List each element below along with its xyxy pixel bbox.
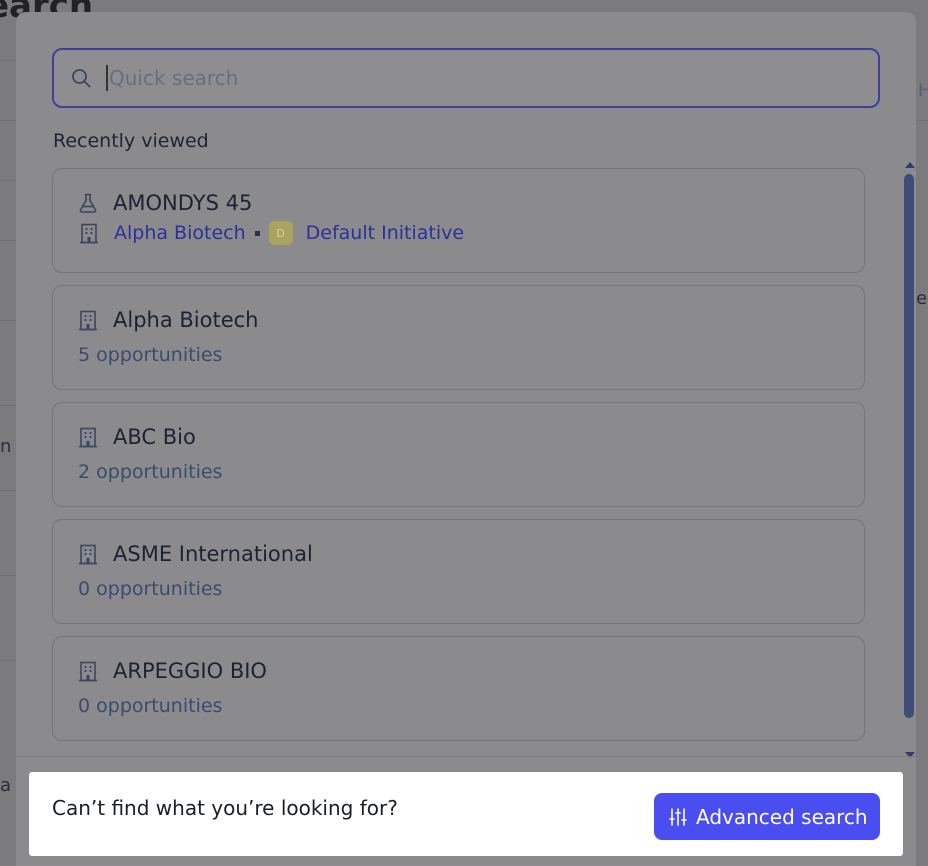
modal-divider — [16, 756, 916, 757]
scroll-thumb[interactable] — [904, 174, 914, 718]
recent-item-alpha-biotech[interactable]: Alpha Biotech 5 opportunities — [52, 285, 865, 390]
recent-item-subtitle: 2 opportunities — [78, 461, 223, 483]
background-divider — [0, 240, 16, 241]
recent-item-title: Alpha Biotech — [113, 308, 259, 332]
background-divider — [0, 180, 16, 181]
recent-item-title-row: AMONDYS 45 — [77, 191, 252, 215]
recent-item-title-row: Alpha Biotech — [77, 308, 258, 332]
scroll-down-arrow-icon[interactable] — [905, 752, 915, 758]
list-scrollbar[interactable] — [902, 158, 916, 758]
recent-item-title: ABC Bio — [113, 425, 196, 449]
background-divider — [0, 660, 16, 661]
recent-item-title: ARPEGGIO BIO — [113, 659, 267, 683]
background-text-fragment: n — [0, 436, 12, 457]
recent-item-title: ASME International — [113, 542, 313, 566]
text-caret — [106, 65, 108, 91]
recent-item-abc-bio[interactable]: ABC Bio 2 opportunities — [52, 402, 865, 507]
background-divider — [0, 405, 16, 406]
building-icon — [77, 309, 99, 331]
building-icon — [77, 660, 99, 682]
recent-item-subtitle: 0 opportunities — [78, 695, 223, 717]
scroll-up-arrow-icon[interactable] — [905, 162, 915, 168]
initiative-link[interactable]: Default Initiative — [306, 222, 464, 244]
search-box[interactable] — [52, 48, 880, 108]
separator-dot — [254, 230, 260, 236]
quick-search-modal: Recently viewed AMONDYS 45 — [16, 12, 916, 866]
advanced-search-button[interactable]: Advanced search — [654, 793, 880, 840]
advanced-search-label: Advanced search — [696, 804, 868, 829]
flask-icon — [77, 192, 99, 214]
search-icon — [70, 67, 92, 89]
recent-item-meta: Alpha Biotech D Default Initiative — [78, 221, 464, 245]
sliders-icon — [668, 807, 688, 827]
recent-item-title-row: ASME International — [77, 542, 313, 566]
background-divider — [0, 320, 16, 321]
background-divider — [0, 490, 16, 491]
recent-item-amondys-45[interactable]: AMONDYS 45 Alpha Biotech D Default Initi… — [52, 168, 865, 273]
recent-item-subtitle: 0 opportunities — [78, 578, 223, 600]
building-icon — [77, 426, 99, 448]
background-text-fragment: H — [918, 80, 928, 101]
recent-item-subtitle: 5 opportunities — [78, 344, 223, 366]
initiative-badge: D — [268, 221, 293, 245]
footer-prompt: Can’t find what you’re looking for? — [52, 796, 398, 820]
recent-item-title-row: ABC Bio — [77, 425, 196, 449]
background-divider — [0, 120, 16, 121]
advanced-search-footer: Can’t find what you’re looking for? Adva… — [29, 772, 903, 856]
search-input[interactable] — [109, 66, 809, 90]
background-divider — [0, 575, 16, 576]
recent-item-arpeggio-bio[interactable]: ARPEGGIO BIO 0 opportunities — [52, 636, 865, 741]
background-divider — [916, 120, 928, 121]
building-icon — [77, 543, 99, 565]
background-divider — [0, 60, 16, 61]
building-icon — [78, 222, 100, 244]
recent-item-asme-international[interactable]: ASME International 0 opportunities — [52, 519, 865, 624]
recent-item-title: AMONDYS 45 — [113, 191, 253, 215]
company-link[interactable]: Alpha Biotech — [114, 222, 246, 244]
background-text-fragment: e — [916, 288, 928, 309]
recently-viewed-label: Recently viewed — [53, 130, 209, 152]
recent-item-title-row: ARPEGGIO BIO — [77, 659, 267, 683]
